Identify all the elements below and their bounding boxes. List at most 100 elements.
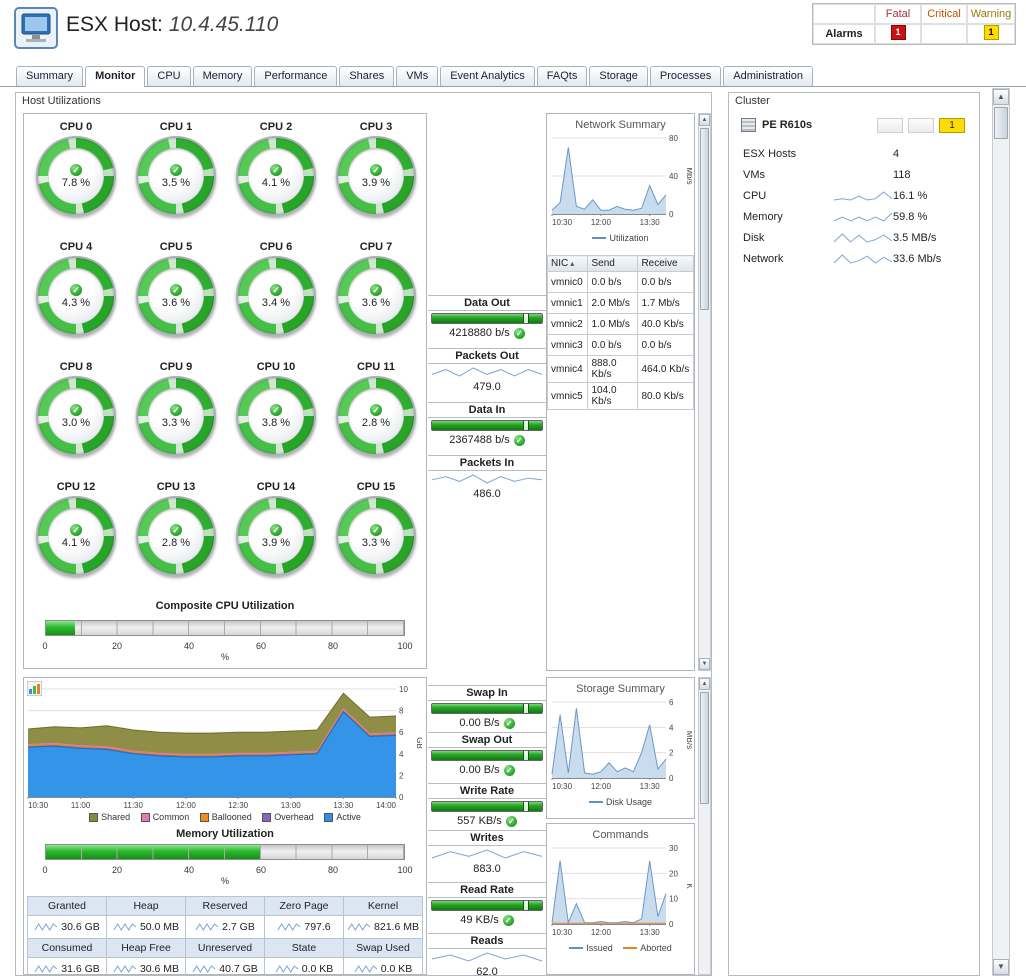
reads-metric: Reads 62.0 [428, 933, 546, 976]
tab-vms[interactable]: VMs [396, 66, 438, 86]
legend-square-swatch [262, 813, 271, 822]
scroll-up-arrow[interactable] [699, 678, 710, 690]
nic-table: NIC Send Receive vmnic00.0 b/s0.0 b/s vm… [547, 255, 694, 410]
cluster-metrics: ESX Hosts 4 VMs 118 CPU 16.1 % Memory 59… [729, 143, 979, 269]
dial-gauge: 7.8 % [36, 136, 116, 216]
dial-gauge: 4.1 % [236, 136, 316, 216]
status-ok-icon [170, 284, 182, 296]
metric-value: 883.0 [428, 862, 546, 876]
trend-sparkline [34, 964, 58, 974]
scroll-down-arrow[interactable] [699, 658, 710, 670]
svg-text:4: 4 [669, 723, 674, 732]
cpu-label: CPU 13 [126, 481, 226, 493]
svg-text:2: 2 [669, 749, 674, 758]
scroll-up-arrow[interactable] [699, 114, 710, 126]
main-scrollbar[interactable] [992, 88, 1010, 976]
cpu-label: CPU 15 [326, 481, 426, 493]
alarms-row-label: Alarms [813, 24, 875, 44]
mini-chart-icon[interactable] [27, 681, 42, 699]
fatal-count[interactable]: 1 [891, 25, 906, 40]
trend-sparkline [431, 848, 543, 860]
tab-cpu[interactable]: CPU [147, 66, 190, 86]
warning-count[interactable]: 1 [984, 25, 999, 40]
sort-ascending-icon [568, 258, 574, 269]
stat-header: Zero Page [265, 897, 344, 916]
storage-chart-legend: Disk Usage [547, 795, 694, 807]
fatal-count-cell: 1 [875, 24, 921, 44]
svg-text:0: 0 [669, 774, 674, 783]
tab-monitor[interactable]: Monitor [85, 66, 145, 87]
status-ok-icon [70, 404, 82, 416]
cpu-gauge: CPU 73.6 % [326, 236, 426, 356]
server-name[interactable]: PE R610s [762, 119, 812, 131]
dial-gauge: 3.5 % [136, 136, 216, 216]
tab-storage[interactable]: Storage [589, 66, 648, 86]
status-ok-icon [170, 404, 182, 416]
nic-row[interactable]: vmnic21.0 Mb/s40.0 Kb/s [548, 314, 694, 335]
cpu-value: 3.9 % [262, 537, 290, 549]
critical-count-cell [921, 24, 967, 44]
scroll-thumb[interactable] [994, 107, 1008, 139]
dial-gauge: 3.6 % [336, 256, 416, 336]
inner-scrollbar-bottom[interactable] [698, 677, 711, 975]
scroll-down-arrow[interactable] [993, 959, 1009, 975]
swap-in-gauge: Swap In 0.00 B/s [428, 685, 546, 730]
tab-event-analytics[interactable]: Event Analytics [440, 66, 535, 86]
alarms-col-fatal: Fatal [875, 4, 921, 24]
scroll-thumb[interactable] [700, 692, 709, 804]
trend-sparkline [192, 964, 216, 974]
svg-text:K: K [685, 883, 692, 889]
tab-faqts[interactable]: FAQts [537, 66, 588, 86]
alarm-cell-warning[interactable]: 1 [939, 118, 965, 133]
svg-text:40: 40 [669, 172, 678, 181]
nic-row[interactable]: vmnic12.0 Mb/s1.7 Mb/s [548, 293, 694, 314]
host-utilizations-title: Host Utilizations [16, 93, 711, 109]
cpu-gauge: CPU 103.8 % [226, 356, 326, 476]
cluster-server-row[interactable]: PE R610s 1 [741, 117, 969, 133]
cpu-gauge: CPU 83.0 % [26, 356, 126, 476]
legend-square-swatch [324, 813, 333, 822]
cluster-row-cpu: CPU 16.1 % [729, 185, 979, 206]
c pu-gauge: CPU 63.4 % [226, 236, 326, 356]
stat-value: 2.7 GB [186, 916, 265, 939]
receive-column-header[interactable]: Receive [638, 256, 694, 272]
alarm-cell-critical[interactable] [908, 118, 934, 133]
tab-shares[interactable]: Shares [339, 66, 394, 86]
send-column-header[interactable]: Send [588, 256, 638, 272]
status-ok-icon [270, 164, 282, 176]
stat-header: State [265, 939, 344, 958]
metric-label: Packets Out [428, 348, 546, 364]
trend-sparkline [833, 190, 893, 202]
scroll-thumb[interactable] [700, 128, 709, 310]
trend-sparkline [354, 964, 378, 974]
cpu-value: 3.5 % [162, 177, 190, 189]
nic-row[interactable]: vmnic5104.0 Kb/s80.0 Kb/s [548, 383, 694, 410]
alarms-col-warning: Warning [967, 4, 1015, 24]
status-ok-icon [370, 404, 382, 416]
cpu-value: 3.9 % [362, 177, 390, 189]
tab-performance[interactable]: Performance [254, 66, 337, 86]
tab-memory[interactable]: Memory [193, 66, 253, 86]
tab-summary[interactable]: Summary [16, 66, 83, 86]
nic-row[interactable]: vmnic4888.0 Kb/s464.0 Kb/s [548, 356, 694, 383]
status-ok-icon [370, 164, 382, 176]
cpu-label: CPU 10 [226, 361, 326, 373]
inner-scrollbar-top[interactable] [698, 113, 711, 671]
scroll-up-arrow[interactable] [993, 89, 1009, 105]
svg-text:13:30: 13:30 [639, 218, 660, 227]
cluster-row-disk: Disk 3.5 MB/s [729, 227, 979, 248]
alarm-cell-fatal[interactable] [877, 118, 903, 133]
stat-value: 0.0 KB [265, 958, 344, 976]
svg-text:11:30: 11:30 [124, 801, 144, 810]
tab-administration[interactable]: Administration [723, 66, 813, 86]
io-gauges-bottom: Swap In 0.00 B/s Swap Out 0.00 B/s Write… [428, 685, 546, 976]
nic-row[interactable]: vmnic30.0 b/s0.0 b/s [548, 335, 694, 356]
stat-header: Granted [28, 897, 107, 916]
nic-column-header[interactable]: NIC [548, 256, 588, 272]
level-gauge [431, 420, 543, 431]
metric-value: 486.0 [428, 487, 546, 501]
nic-row[interactable]: vmnic00.0 b/s0.0 b/s [548, 272, 694, 293]
stat-value: 30.6 GB [28, 916, 107, 939]
page-title-label: ESX Host: [66, 13, 163, 36]
tab-processes[interactable]: Processes [650, 66, 721, 86]
